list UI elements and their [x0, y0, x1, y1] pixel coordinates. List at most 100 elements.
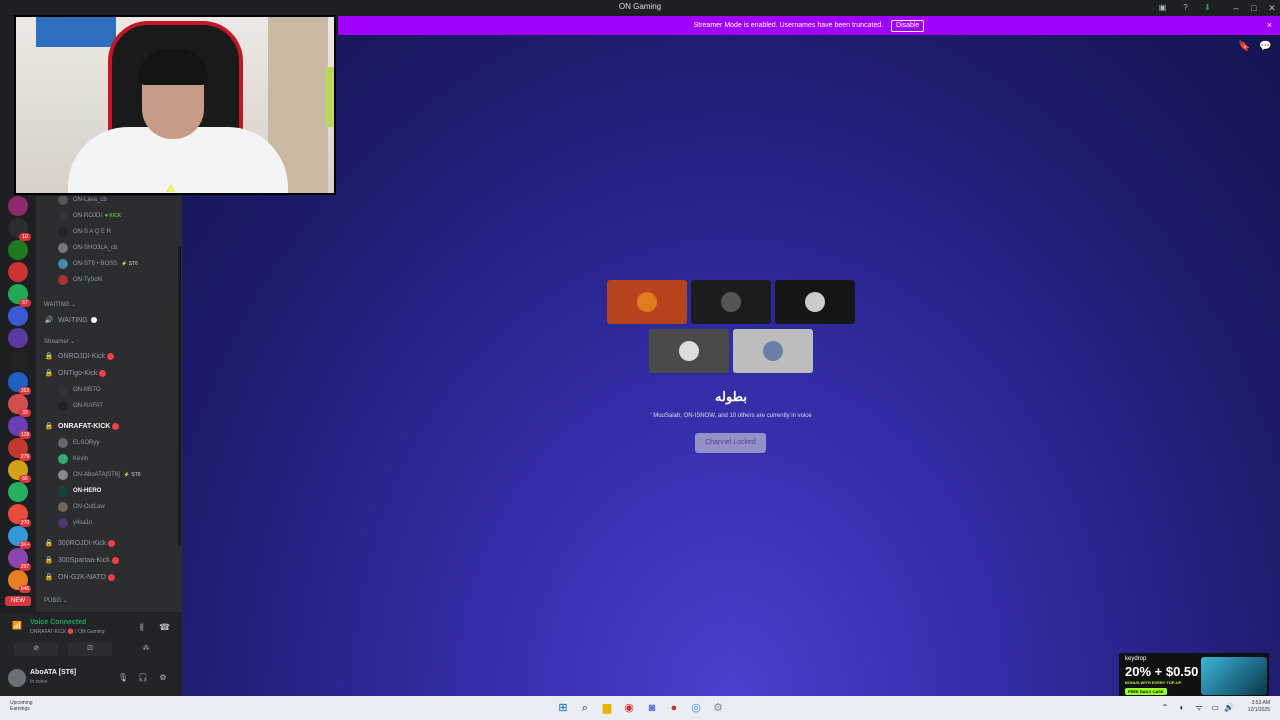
server-icon[interactable]: 67	[8, 284, 31, 307]
voice-status[interactable]: Voice Connected	[30, 619, 86, 626]
voice-user[interactable]: ON-Lava_cb	[58, 196, 107, 206]
bookmark-icon[interactable]: 🔖	[1238, 41, 1250, 52]
server-icon[interactable]: 646	[8, 570, 31, 593]
server-icon[interactable]	[8, 240, 28, 260]
channel-300rojdi-kick[interactable]: 🔒 300ROJDI-Kick	[44, 537, 116, 549]
tray-monitor-icon[interactable]: ▭	[1208, 701, 1222, 715]
voice-participant-tile[interactable]	[691, 280, 771, 324]
inbox-icon[interactable]: ▣	[1158, 3, 1167, 12]
channel-300spartaa-kick[interactable]: 🔒 300Spartaa-Kick	[44, 554, 119, 566]
system-clock[interactable]: 3:53 AM 12/1/2025	[1248, 700, 1270, 714]
settings-gear-icon[interactable]: ⚙	[157, 672, 169, 684]
live-dot	[108, 539, 116, 547]
tray-chevron-icon[interactable]: ⌃	[1158, 701, 1172, 715]
file-explorer-icon[interactable]: ▆	[600, 701, 614, 715]
avatar	[58, 196, 68, 205]
category-streamer[interactable]: Streamer ⌄	[44, 338, 75, 345]
signal-icon[interactable]: 📶	[12, 621, 22, 630]
voice-user[interactable]: ON-OutLaw	[58, 501, 105, 513]
minimize-button[interactable]: –	[1229, 1, 1243, 15]
lock-icon: 🔒	[44, 574, 54, 581]
discord-icon[interactable]: ◙	[645, 701, 659, 715]
microphone-icon[interactable]: 🎙	[117, 672, 129, 684]
voice-channel-info[interactable]: ONRAFAT-KICK 🔴 / ON Gaming	[30, 629, 104, 635]
close-window-button[interactable]: ✕	[1265, 1, 1279, 15]
server-icon[interactable]	[8, 328, 28, 348]
voice-participant-tile[interactable]	[649, 329, 729, 373]
voice-user[interactable]: ON-RAFAT	[58, 400, 103, 412]
ad-subline: BONUS WITH EVERY TOP-UP	[1125, 680, 1182, 685]
category-pubg[interactable]: PUBG ⌄	[44, 597, 68, 604]
voice-participant-tile[interactable]	[775, 280, 855, 324]
channel-waiting[interactable]: 🔊 WAITING	[44, 314, 97, 326]
headphones-icon[interactable]: 🎧	[137, 672, 149, 684]
avatar	[58, 518, 68, 528]
settings-app-icon[interactable]: ⚙	[711, 701, 725, 715]
download-icon[interactable]: ⬇	[1203, 3, 1212, 12]
server-icon[interactable]	[8, 350, 28, 370]
server-icon[interactable]: 279	[8, 438, 31, 461]
sidebar-scrollbar[interactable]	[178, 246, 181, 546]
tray-network-icon[interactable]: ᯤ	[1192, 701, 1206, 715]
server-icon[interactable]: 33	[8, 394, 31, 417]
username[interactable]: AboATA [ST6]	[30, 669, 76, 676]
voice-user[interactable]: ON-TySoN	[58, 274, 102, 286]
ad-brand: keydrop	[1125, 656, 1147, 662]
widgets-button[interactable]: Upcoming Earnings	[10, 700, 33, 712]
activities-icon: ⁂	[142, 645, 150, 652]
disable-streamer-mode-button[interactable]: Disable	[891, 20, 925, 32]
voice-connected-panel: 📶 Voice Connected ONRAFAT-KICK 🔴 / ON Ga…	[0, 612, 182, 660]
channel-onrafat-kick[interactable]: 🔒 ONRAFAT-KICK	[44, 420, 120, 432]
disconnect-icon[interactable]: ☎	[159, 622, 170, 633]
chat-icon[interactable]: 💬	[1259, 41, 1271, 52]
voice-user[interactable]: ELSORyy	[58, 437, 99, 449]
search-icon[interactable]: ⌕	[578, 701, 592, 715]
server-icon[interactable]: 297	[8, 548, 31, 571]
voice-user[interactable]: y4sa1n	[58, 517, 92, 529]
activities-button[interactable]: ⁂	[124, 642, 168, 656]
chrome-icon[interactable]: ◉	[622, 701, 636, 715]
lock-icon: 🔒	[44, 540, 54, 547]
close-banner-button[interactable]: ×	[1267, 16, 1272, 35]
noise-suppression-icon[interactable]: ⫼	[140, 623, 144, 633]
server-icon[interactable]: 363	[8, 372, 31, 395]
voice-user[interactable]: ON-ROJDI ♥ KICK	[58, 210, 121, 222]
voice-user[interactable]: ON-AboATA[ST6] ⚡ ST6	[58, 469, 141, 481]
tray-app-icon[interactable]: ◐	[1175, 701, 1189, 715]
server-icon[interactable]: 10	[8, 218, 31, 241]
server-icon[interactable]	[8, 306, 28, 326]
live-dot	[111, 556, 119, 564]
avatar	[763, 341, 783, 361]
browser-icon[interactable]: ◎	[689, 701, 703, 715]
server-icon[interactable]	[8, 196, 28, 216]
app-icon[interactable]: ●	[667, 701, 681, 715]
voice-participant-tile[interactable]	[607, 280, 687, 324]
channel-onrojdi-kick[interactable]: 🔒 ONROJDI-Kick	[44, 350, 115, 362]
server-icon[interactable]: 270	[8, 504, 31, 527]
screen-share-button[interactable]: ⎚	[68, 642, 112, 656]
avatar[interactable]	[8, 669, 26, 687]
server-icon[interactable]: 1K+	[8, 526, 31, 549]
new-badge[interactable]: NEW	[5, 596, 31, 606]
start-icon[interactable]: ⊞	[556, 701, 570, 715]
voice-user[interactable]: ON-ST6 • BOSS ⚡ ST6	[58, 258, 138, 270]
channel-on-g2k-nato[interactable]: 🔒 ON-G2K-NATO	[44, 571, 115, 583]
camera-button[interactable]: ⊘	[14, 642, 58, 656]
help-icon[interactable]: ?	[1181, 3, 1190, 12]
voice-participant-tile[interactable]	[733, 329, 813, 373]
voice-user[interactable]: ON-SHO3LA_cb	[58, 242, 117, 254]
channel-ontigo-kick[interactable]: 🔒 ONTigo-Kick	[44, 367, 107, 379]
server-icon[interactable]: 66	[8, 460, 31, 483]
server-icon[interactable]: 128	[8, 416, 31, 439]
voice-user[interactable]: ON-S A Q E R	[58, 226, 111, 238]
voice-user[interactable]: Kevin	[58, 453, 88, 465]
voice-user[interactable]: ON-M5TO	[58, 384, 101, 396]
server-icon[interactable]	[8, 482, 28, 502]
user-status: In voice	[30, 679, 48, 685]
maximize-button[interactable]: □	[1247, 1, 1261, 15]
server-icon[interactable]	[8, 262, 28, 282]
channel-locked-button[interactable]: Channel Locked	[695, 433, 766, 453]
tray-volume-icon[interactable]: 🔊	[1222, 701, 1236, 715]
category-waiting[interactable]: WAITING ⌄	[44, 301, 76, 308]
voice-user[interactable]: ON-HERO	[58, 485, 101, 497]
